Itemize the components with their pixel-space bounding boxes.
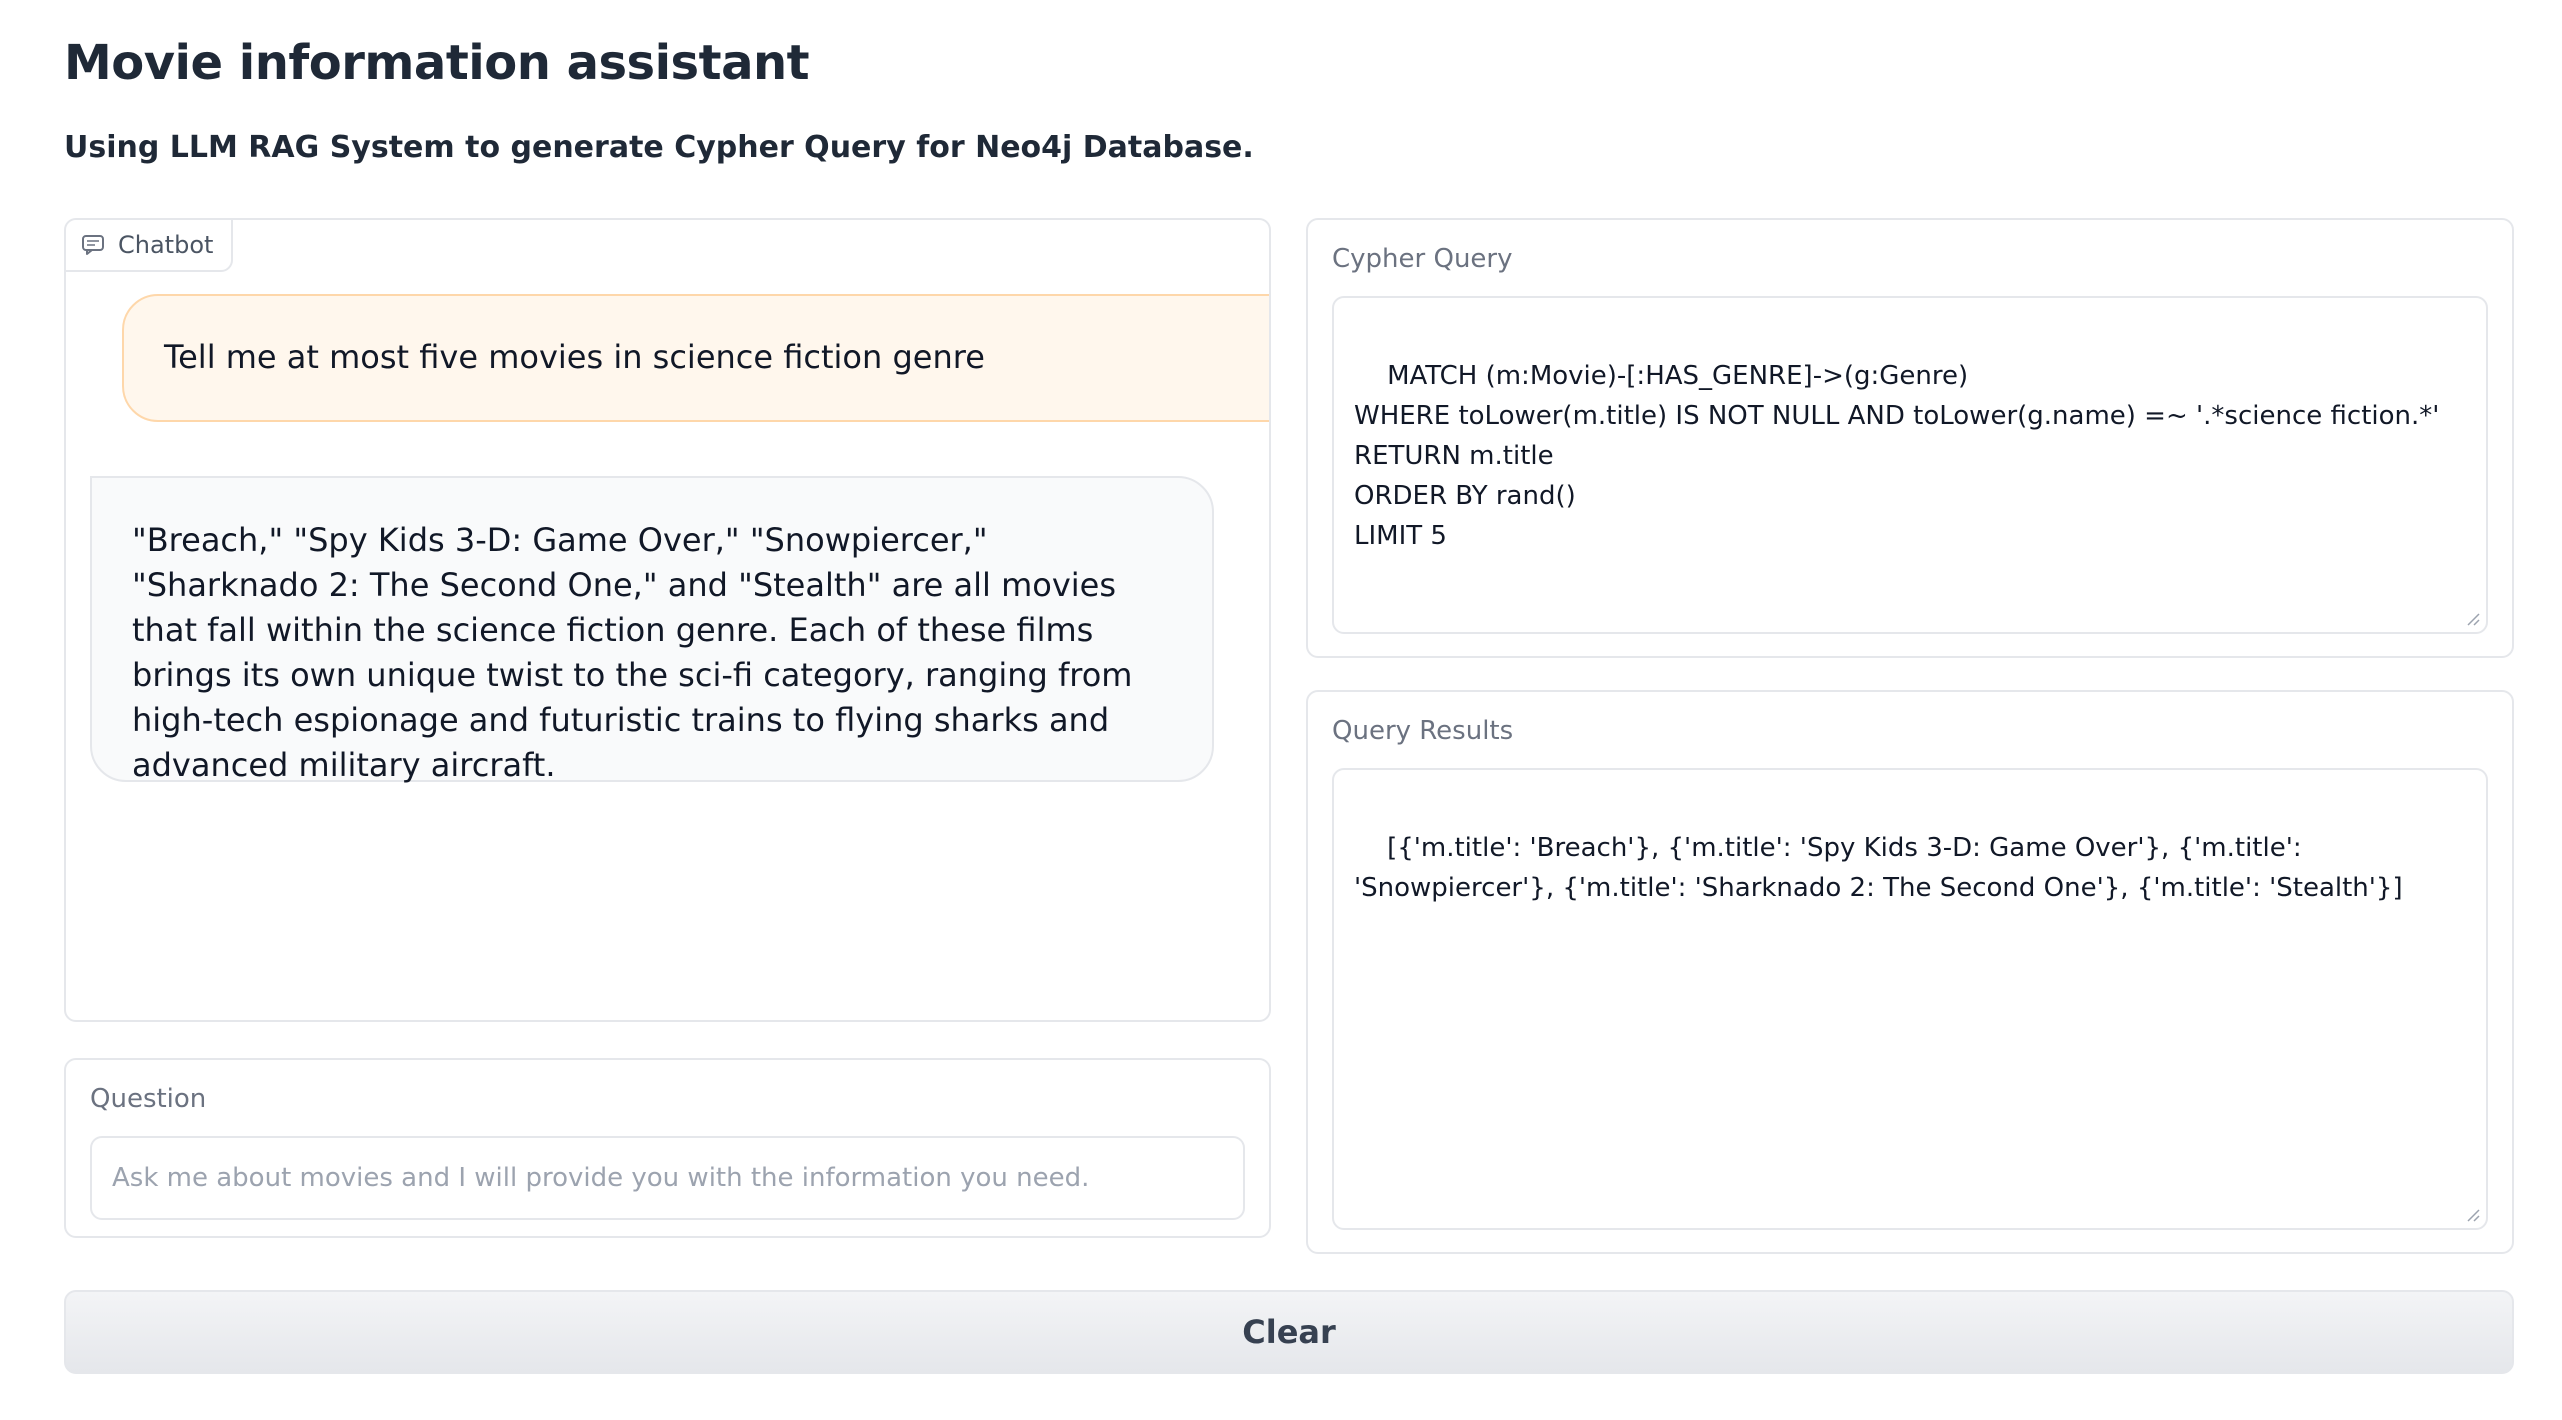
page-subtitle: Using LLM RAG System to generate Cypher … — [64, 130, 1254, 165]
cypher-query-text: MATCH (m:Movie)-[:HAS_GENRE]->(g:Genre) … — [1354, 361, 2440, 551]
chatbot-label: Chatbot — [118, 231, 214, 259]
page-title: Movie information assistant — [64, 35, 810, 91]
question-panel: Question — [64, 1058, 1271, 1238]
resize-handle-icon[interactable] — [2464, 610, 2480, 626]
cypher-query-label: Cypher Query — [1332, 244, 1513, 274]
bot-message: "Breach," "Spy Kids 3-D: Game Over," "Sn… — [90, 476, 1214, 784]
query-results-text: [{'m.title': 'Breach'}, {'m.title': 'Spy… — [1354, 833, 2403, 903]
chatbot-panel[interactable]: Chatbot Tell me at most five movies in s… — [64, 218, 1271, 1022]
chatbot-label-tag: Chatbot — [66, 220, 234, 272]
question-label: Question — [90, 1084, 207, 1114]
query-results-textbox[interactable]: [{'m.title': 'Breach'}, {'m.title': 'Spy… — [1332, 768, 2488, 1230]
cypher-query-textbox[interactable]: MATCH (m:Movie)-[:HAS_GENRE]->(g:Genre) … — [1332, 296, 2488, 634]
user-message: Tell me at most five movies in science f… — [122, 294, 1269, 422]
query-results-label: Query Results — [1332, 716, 1514, 746]
chat-icon — [82, 235, 104, 255]
cypher-query-panel: Cypher Query MATCH (m:Movie)-[:HAS_GENRE… — [1306, 218, 2514, 658]
resize-handle-icon[interactable] — [2464, 1206, 2480, 1222]
question-input[interactable] — [90, 1136, 1245, 1220]
clear-button[interactable]: Clear — [64, 1290, 2514, 1374]
query-results-panel: Query Results [{'m.title': 'Breach'}, {'… — [1306, 690, 2514, 1254]
